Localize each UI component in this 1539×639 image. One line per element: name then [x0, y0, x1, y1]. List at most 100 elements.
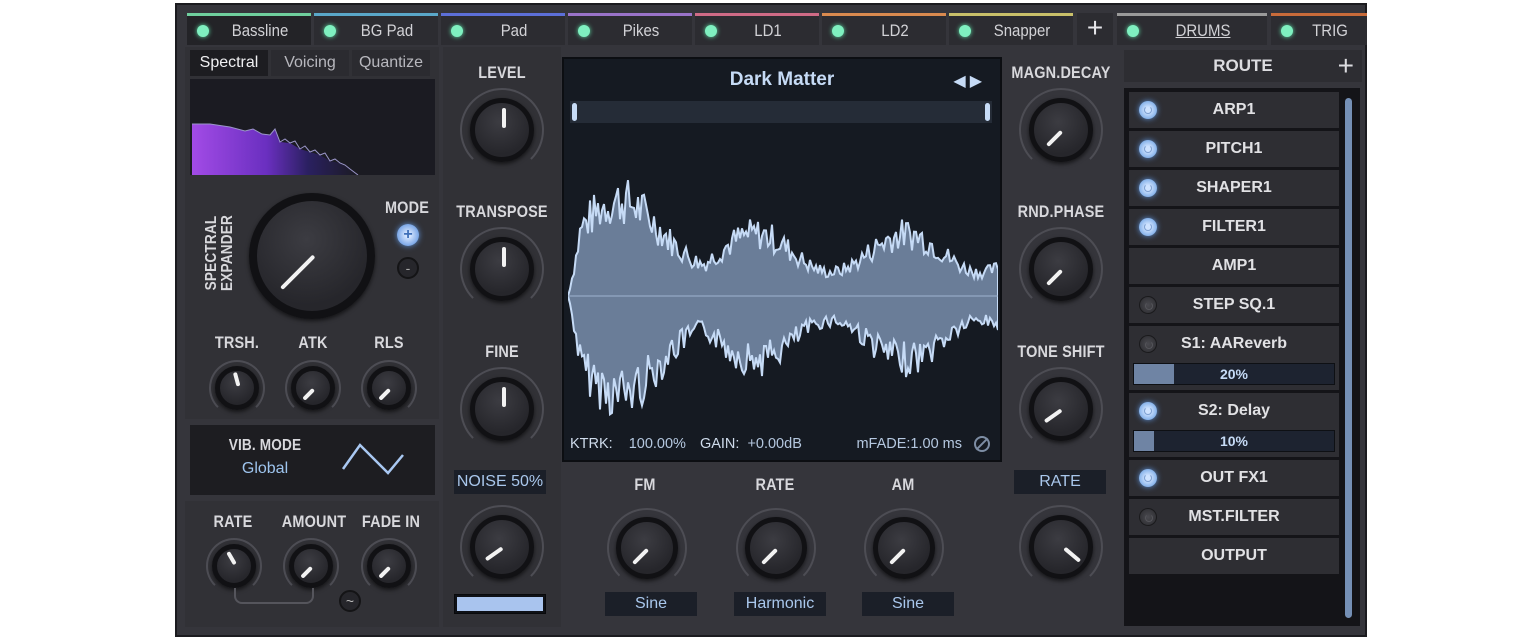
expander-label-line2: EXPANDER [219, 215, 236, 291]
layer-led-icon [197, 24, 209, 37]
mfade-value[interactable]: mFADE:1.00 ms [856, 436, 962, 452]
subtab-voicing[interactable]: Voicing [271, 50, 349, 76]
route-item-label: S2: Delay [1197, 402, 1271, 419]
route-item[interactable]: S1: AAReverb 20% [1129, 326, 1339, 390]
tab-bg-pad[interactable]: BG Pad [314, 13, 438, 45]
fm-knob[interactable] [607, 508, 687, 588]
am-knob[interactable] [864, 508, 944, 588]
noise-color-bar[interactable] [454, 594, 546, 614]
gain-value[interactable]: +0.00dB [747, 436, 801, 452]
route-item[interactable]: PITCH1 [1129, 131, 1339, 167]
route-header: ROUTE + [1124, 50, 1362, 82]
synth-plugin-panel: Bassline BG Pad Pad Pikes LD1 LD2 Snappe… [175, 3, 1367, 637]
layer-led-icon [1127, 24, 1139, 37]
prev-wavetable-button[interactable]: ◀ [953, 73, 969, 90]
route-item[interactable]: SHAPER1 [1129, 170, 1339, 206]
expander-label-line1: SPECTRAL [203, 215, 220, 291]
tab-drums[interactable]: DRUMS [1117, 13, 1267, 45]
fm-mode-select[interactable]: Sine [605, 592, 697, 616]
next-wavetable-button[interactable]: ▶ [970, 73, 986, 90]
subtab-spectral[interactable]: Spectral [190, 50, 268, 76]
knob-pointer [502, 108, 506, 128]
noise-label: NOISE 50% [454, 470, 546, 494]
rnd-phase-knob[interactable] [1019, 227, 1103, 311]
level-knob[interactable] [460, 88, 544, 172]
send-level-slider[interactable]: 10% [1133, 430, 1335, 452]
noise-color-fill [457, 597, 543, 611]
send-level-value: 10% [1219, 433, 1249, 449]
subtab-quantize[interactable]: Quantize [352, 50, 430, 76]
tab-ld1[interactable]: LD1 [695, 13, 819, 45]
layer-led-icon [578, 24, 590, 37]
spectral-expander-label: SPECTRAL EXPANDER [203, 206, 236, 300]
vib-rate-knob[interactable] [206, 538, 262, 594]
rls-label: RLS [374, 333, 404, 352]
route-list: ARP1 PITCH1 SHAPER1 FILTER1 AMP1 STEP SQ.1 S1:… [1124, 88, 1360, 626]
wavetable-position-range[interactable] [570, 101, 992, 123]
layer-led-icon [451, 24, 463, 37]
am-mode-select[interactable]: Sine [862, 592, 954, 616]
wavetable-name[interactable]: Dark Matter [564, 69, 1000, 91]
route-item[interactable]: ARP1 [1129, 92, 1339, 128]
route-title: ROUTE [1213, 56, 1273, 75]
transpose-knob[interactable] [460, 227, 544, 311]
tab-ld2[interactable]: LD2 [822, 13, 946, 45]
layer-led-icon [959, 24, 971, 37]
trsh-knob[interactable] [209, 360, 265, 416]
fm-label: FM [634, 475, 656, 494]
tone-shift-label: TONE SHIFT [1017, 342, 1105, 361]
route-item[interactable]: STEP SQ.1 [1129, 287, 1339, 323]
knob-pointer [502, 247, 506, 267]
route-item[interactable]: S2: Delay 10% [1129, 393, 1339, 457]
atk-knob[interactable] [285, 360, 341, 416]
trsh-label: TRSH. [214, 333, 260, 352]
route-item[interactable]: AMP1 [1129, 248, 1339, 284]
rate-mode-select[interactable]: Harmonic [734, 592, 826, 616]
wavetable-nav: ◀▶ [953, 71, 986, 91]
tab-bassline[interactable]: Bassline [187, 13, 311, 45]
mode-minus-button[interactable]: - [397, 257, 419, 279]
tab-pad[interactable]: Pad [441, 13, 565, 45]
layer-tabs: Bassline BG Pad Pad Pikes LD1 LD2 Snappe… [187, 13, 1367, 45]
range-end-handle[interactable] [985, 103, 990, 121]
ktrk-value[interactable]: 100.00% [629, 436, 686, 452]
route-item-label: OUT FX1 [1200, 469, 1268, 486]
rls-knob[interactable] [361, 360, 417, 416]
route-item[interactable]: OUT FX1 [1129, 460, 1339, 496]
vib-amount-knob[interactable] [283, 538, 339, 594]
fine-knob[interactable] [460, 367, 544, 451]
waveform-shape [568, 180, 998, 417]
rate-knob[interactable] [736, 508, 816, 588]
route-scrollbar[interactable] [1345, 98, 1352, 618]
vib-fade-in-knob[interactable] [361, 538, 417, 594]
tab-pikes[interactable]: Pikes [568, 13, 692, 45]
rate-label: RATE [755, 475, 795, 494]
range-start-handle[interactable] [572, 103, 577, 121]
vibrato-mode-box[interactable]: VIB. MODE Global [190, 425, 435, 495]
right-rate-knob[interactable] [1019, 505, 1103, 589]
tone-shift-knob[interactable] [1019, 367, 1103, 451]
magn-decay-knob[interactable] [1019, 88, 1103, 172]
send-level-value: 20% [1219, 366, 1249, 382]
vib-mode-label: VIB. MODE [228, 437, 302, 454]
mode-plus-button[interactable]: + [397, 224, 419, 246]
knob-body [212, 544, 256, 588]
rate-mode-label[interactable]: RATE [1014, 470, 1106, 494]
route-item-label: ARP1 [1212, 101, 1256, 118]
sub-tabs: Spectral Voicing Quantize [190, 50, 430, 76]
disable-icon[interactable] [974, 436, 990, 452]
atk-label: ATK [298, 333, 328, 352]
noise-knob[interactable] [460, 505, 544, 589]
send-level-slider[interactable]: 20% [1133, 363, 1335, 385]
tab-trig[interactable]: TRIG [1271, 13, 1367, 45]
route-add-button[interactable]: + [1338, 50, 1354, 82]
route-item-label: SHAPER1 [1196, 179, 1272, 196]
add-layer-button[interactable]: + [1077, 13, 1113, 45]
level-label: LEVEL [478, 63, 526, 82]
route-item[interactable]: MST.FILTER [1129, 499, 1339, 535]
vib-sync-button[interactable]: ~ [339, 590, 361, 612]
tab-snapper[interactable]: Snapper [949, 13, 1073, 45]
route-item[interactable]: FILTER1 [1129, 209, 1339, 245]
spectral-expander-knob[interactable] [249, 193, 375, 319]
route-item[interactable]: OUTPUT [1129, 538, 1339, 574]
